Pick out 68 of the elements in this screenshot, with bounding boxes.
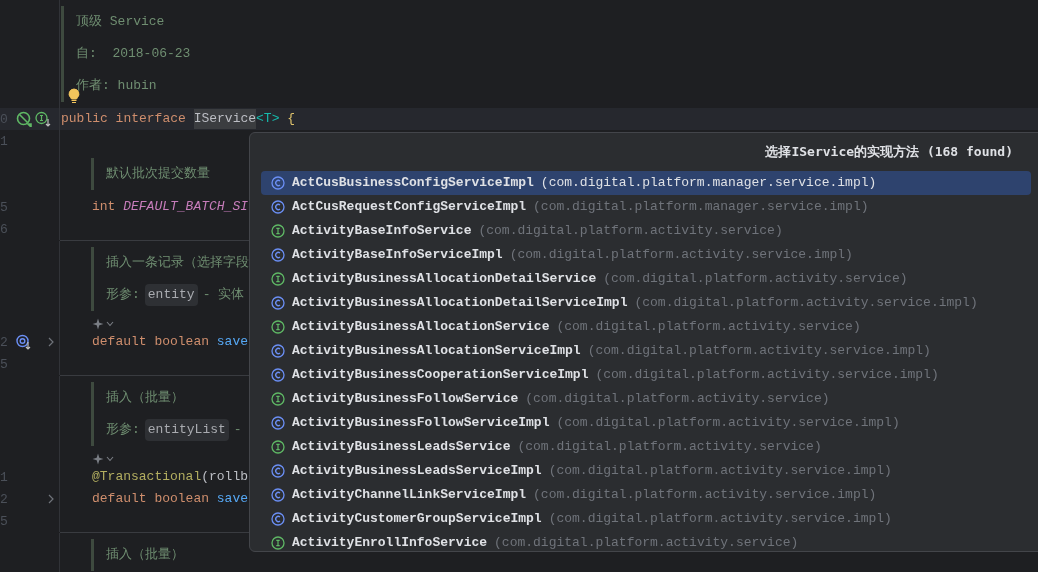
interface-icon xyxy=(271,224,285,238)
interface-icon xyxy=(271,320,285,334)
chevron-right-icon[interactable] xyxy=(47,337,55,347)
class-icon xyxy=(271,344,285,358)
doc-text: 自: 2018-06-23 xyxy=(76,45,191,64)
code-token: default xyxy=(92,490,147,509)
class-icon xyxy=(271,200,285,214)
doc-text: 顶级 Service xyxy=(76,13,165,32)
interface-icon xyxy=(271,440,285,454)
doc-text: 插入一条记录（选择字段 xyxy=(106,254,249,273)
implementation-item[interactable]: ActivityBusinessAllocationDetailService (com.digital.platform.activity.service) xyxy=(261,267,1031,291)
implementation-item[interactable]: ActCusBusinessConfigServiceImpl (com.digital.platform.manager.service.impl) xyxy=(261,171,1031,195)
class-icon xyxy=(271,488,285,502)
code-token: public xyxy=(61,110,108,129)
code-token: int xyxy=(92,198,116,217)
code-token: (rollb xyxy=(201,468,249,487)
doc-text: - 实体 xyxy=(202,286,245,305)
implementation-item[interactable]: ActivityCustomerGroupServiceImpl (com.digital.platform.activity.service.impl) xyxy=(261,507,1031,531)
interface-icon xyxy=(271,392,285,406)
code-token: { xyxy=(287,110,296,129)
doc-text: 形参: xyxy=(106,286,140,305)
doc-text: 默认批次提交数量 xyxy=(106,165,210,184)
sparkle-icon[interactable] xyxy=(92,453,104,465)
implementation-item[interactable]: ActivityBaseInfoService (com.digital.platform.activity.service) xyxy=(261,219,1031,243)
implementation-item[interactable]: ActivityBusinessCooperationServiceImpl (com.digital.platform.activity.service.impl) xyxy=(261,363,1031,387)
doc-text: 插入（批量） xyxy=(106,546,184,565)
prohibited-icon[interactable] xyxy=(16,111,32,127)
code-token: boolean xyxy=(154,333,209,352)
class-icon xyxy=(271,464,285,478)
implementation-item[interactable]: ActivityBaseInfoServiceImpl (com.digital.platform.activity.service.impl) xyxy=(261,243,1031,267)
implementation-item[interactable]: ActivityBusinessAllocationServiceImpl (com.digital.platform.activity.service.impl) xyxy=(261,339,1031,363)
class-icon xyxy=(271,416,285,430)
chevron-right-icon[interactable] xyxy=(47,494,55,504)
interface-icon xyxy=(271,272,285,286)
doc-text: 形参: xyxy=(106,421,140,440)
chevron-down-icon[interactable] xyxy=(106,321,114,327)
parameter-chip: entityList xyxy=(144,419,229,441)
doc-text: 作者: hubin xyxy=(76,77,157,96)
class-icon xyxy=(271,368,285,382)
code-token: interface xyxy=(115,110,186,129)
code-token: default xyxy=(92,333,147,352)
parameter-chip: entity xyxy=(144,284,198,306)
class-icon xyxy=(271,176,285,190)
implementation-item[interactable]: ActivityEnrollInfoService (com.digital.platform.activity.service) xyxy=(261,531,1031,551)
code-token: DEFAULT_BATCH_SI xyxy=(123,198,249,217)
class-icon xyxy=(271,248,285,262)
implementation-item[interactable]: ActivityBusinessAllocationService (com.digital.platform.activity.service) xyxy=(261,315,1031,339)
doc-text: 插入（批量） xyxy=(106,389,184,408)
code-token: save xyxy=(216,333,249,352)
popup-title: 选择IService的实现方法 (168 found) xyxy=(765,143,1013,162)
implementation-item[interactable]: ActivityBusinessFollowService (com.digital.platform.activity.service) xyxy=(261,387,1031,411)
implementation-item[interactable]: ActivityBusinessFollowServiceImpl (com.digital.platform.activity.service.impl) xyxy=(261,411,1031,435)
implementation-item[interactable]: ActivityBusinessAllocationDetailServiceImpl (com.digital.platform.activity.service.impl) xyxy=(261,291,1031,315)
code-token: boolean xyxy=(154,490,209,509)
implementation-item[interactable]: ActivityBusinessLeadsServiceImpl (com.digital.platform.activity.service.impl) xyxy=(261,459,1031,483)
code-token: save xyxy=(216,490,249,509)
code-token: <T> xyxy=(256,110,280,129)
interface-icon xyxy=(271,536,285,550)
implementation-item[interactable]: ActivityBusinessLeadsService (com.digital.platform.activity.service) xyxy=(261,435,1031,459)
implementation-item[interactable]: ActivityChannelLinkServiceImpl (com.digital.platform.activity.service.impl) xyxy=(261,483,1031,507)
class-icon xyxy=(271,512,285,526)
chevron-down-icon[interactable] xyxy=(106,456,114,462)
code-token: IService xyxy=(193,109,257,129)
code-token: @Transactional xyxy=(92,468,202,487)
class-icon xyxy=(271,296,285,310)
doc-text: - xyxy=(233,421,242,440)
sparkle-icon[interactable] xyxy=(92,318,104,330)
implementation-item[interactable]: ActCusRequestConfigServiceImpl (com.digital.platform.manager.service.impl) xyxy=(261,195,1031,219)
